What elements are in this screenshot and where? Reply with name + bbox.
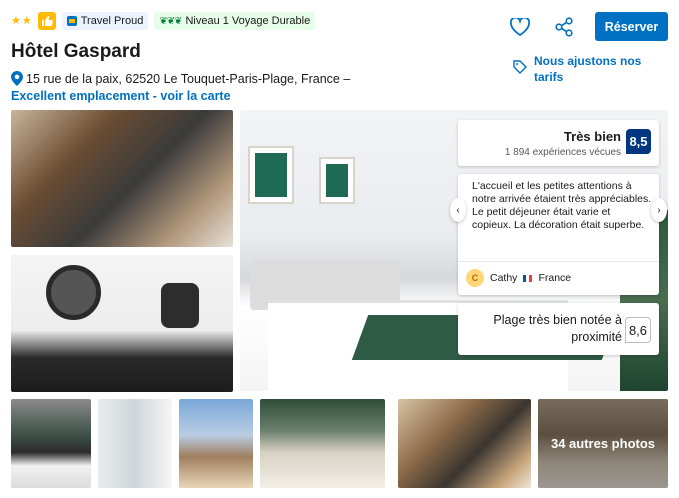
sustainability-label: Niveau 1 Voyage Durable: [185, 15, 311, 27]
divider: [458, 261, 659, 262]
photo-thumb-breakfast[interactable]: [398, 399, 531, 488]
photo-thumb-room[interactable]: [260, 399, 385, 488]
share-button[interactable]: [551, 14, 577, 40]
more-photos-label: 34 autres photos: [550, 436, 656, 451]
price-tag-icon: [513, 60, 527, 74]
chevron-right-icon: ›: [657, 204, 661, 216]
heart-icon: [510, 17, 530, 36]
wall-art-left: [248, 146, 294, 204]
location-score-badge: 8,6: [625, 317, 651, 343]
next-review-button[interactable]: ›: [651, 198, 667, 222]
france-flag-icon: [523, 274, 533, 282]
previous-review-button[interactable]: ‹: [450, 198, 466, 222]
photo-breakfast-buffet[interactable]: [11, 110, 233, 247]
star-icon: ★: [11, 14, 21, 27]
map-pin-icon: [11, 71, 23, 86]
travel-proud-icon: [66, 16, 77, 26]
travel-proud-label: Travel Proud: [80, 15, 144, 27]
review-count: 1 894 expériences vécues: [504, 147, 621, 158]
travel-proud-badge[interactable]: Travel Proud: [61, 12, 149, 30]
photo-thumb-headboard[interactable]: [11, 399, 91, 488]
photo-thumb-bathroom[interactable]: [98, 399, 172, 488]
chevron-left-icon: ‹: [456, 204, 460, 216]
reviewer-country: France: [538, 272, 572, 284]
star-rating: ★ ★: [11, 14, 32, 27]
reviewer-name: Cathy: [490, 272, 518, 284]
address-text: 15 rue de la paix, 62520 Le Touquet-Pari…: [26, 71, 351, 86]
reserve-button[interactable]: Réserver: [595, 12, 668, 41]
wall-art-right: [319, 157, 355, 204]
map-link[interactable]: Excellent emplacement - voir la carte: [11, 89, 231, 103]
score-badge: 8,5: [626, 129, 651, 154]
leaf-icon: ❦❦❦: [159, 15, 182, 27]
review-text: L'accueil et les petites attentions à no…: [472, 180, 652, 231]
price-match-label: Nous ajustons nos tarifs: [534, 54, 642, 84]
kettle-illustration: [161, 283, 199, 328]
location-score-card[interactable]: Plage très bien notée à proximité 8,6: [458, 303, 659, 355]
globe-illustration: [46, 265, 101, 320]
save-heart-button[interactable]: [507, 14, 533, 40]
sustainability-badge[interactable]: ❦❦❦ Niveau 1 Voyage Durable: [154, 12, 316, 30]
photo-thumb-more[interactable]: 34 autres photos: [538, 399, 668, 488]
photo-thumb-balcony[interactable]: [179, 399, 253, 488]
header-badges: ★ ★ Travel Proud ❦❦❦ Niveau 1 Voyage Dur…: [11, 12, 316, 30]
reviewer-info: C Cathy France: [466, 269, 571, 287]
address: 15 rue de la paix, 62520 Le Touquet-Pari…: [11, 71, 350, 86]
price-match-link[interactable]: Nous ajustons nos tarifs: [513, 53, 644, 85]
thumbs-up-icon: [37, 12, 56, 30]
guest-review-card[interactable]: L'accueil et les petites attentions à no…: [450, 174, 667, 295]
score-word: Très bien: [563, 129, 621, 144]
location-score-label: Plage très bien notée à proximité: [493, 313, 622, 344]
review-score-card[interactable]: Très bien 1 894 expériences vécues 8,5: [458, 120, 659, 166]
avatar: C: [466, 269, 484, 287]
photo-desk-globe[interactable]: [11, 255, 233, 392]
hotel-name: Hôtel Gaspard: [11, 41, 141, 62]
header-actions: Réserver: [507, 12, 668, 41]
share-icon: [555, 16, 573, 37]
star-icon: ★: [21, 14, 32, 27]
more-photos-overlay[interactable]: 34 autres photos: [538, 399, 668, 488]
